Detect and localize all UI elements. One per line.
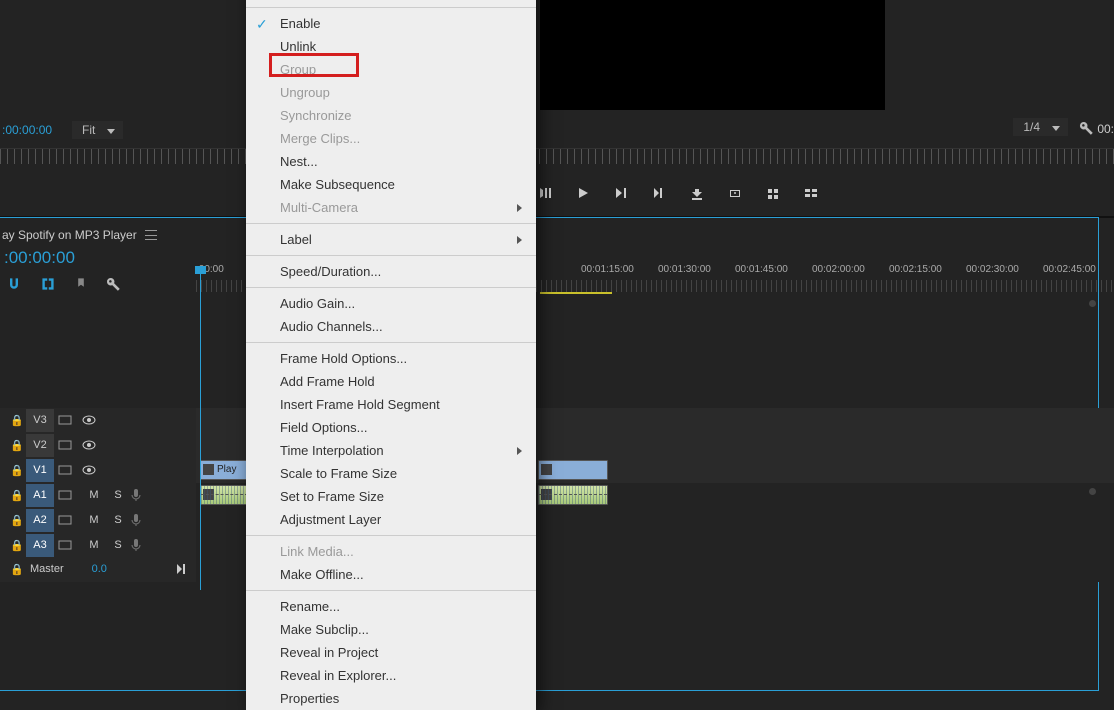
transport-controls [538,186,818,200]
menu-nest[interactable]: Nest... [246,150,536,173]
ruler[interactable] [0,148,1114,164]
menu-synchronize: Synchronize [246,104,536,127]
menu-multi-camera: Multi-Camera [246,196,536,219]
menu-adjustment-layer[interactable]: Adjustment Layer [246,508,536,531]
clip-context-menu: Restore Unrendered Enable Unlink Group U… [246,0,536,710]
menu-set-to-frame-size[interactable]: Set to Frame Size [246,485,536,508]
sequence-tab[interactable]: ay Spotify on MP3 Player [2,228,137,242]
tutorial-highlight-box [269,53,359,77]
audio-clip[interactable] [538,485,608,505]
menu-link-media: Link Media... [246,540,536,563]
menu-make-offline[interactable]: Make Offline... [246,563,536,586]
sync-lock-icon[interactable] [58,464,82,476]
sync-lock-icon[interactable] [58,514,82,526]
master-level-value[interactable]: 0.0 [92,563,107,575]
eye-icon[interactable] [82,414,106,426]
menu-scale-to-frame-size[interactable]: Scale to Frame Size [246,462,536,485]
menu-reveal-in-project[interactable]: Reveal in Project [246,641,536,664]
track-v3-target[interactable]: V3 [26,409,54,432]
mute-button[interactable]: M [82,539,106,551]
voiceover-mic-icon[interactable] [130,513,154,527]
source-timecode: :00:00:00 [2,123,52,137]
lock-icon[interactable]: 🔒 [8,439,26,452]
go-to-end-icon[interactable] [176,563,188,575]
menu-reveal-in-explorer[interactable]: Reveal in Explorer... [246,664,536,687]
solo-button[interactable]: S [106,514,130,526]
menu-merge-clips: Merge Clips... [246,127,536,150]
playback-resolution-dropdown[interactable]: 1/4 [1013,118,1068,136]
lock-icon[interactable]: 🔒 [8,489,26,502]
add-marker-icon[interactable] [74,277,88,291]
eye-icon[interactable] [82,439,106,451]
menu-field-options[interactable]: Field Options... [246,416,536,439]
master-track-label: Master [30,563,64,575]
solo-button[interactable]: S [106,489,130,501]
fit-zoom-dropdown[interactable]: Fit [72,121,123,139]
menu-rename[interactable]: Rename... [246,595,536,618]
lock-icon[interactable]: 🔒 [8,414,26,427]
scroll-end-dot [1089,300,1096,307]
work-area-bar[interactable] [540,292,612,294]
lock-icon[interactable]: 🔒 [8,539,26,552]
timeline-timecode[interactable]: :00:00:00 [4,248,75,267]
program-monitor [540,0,885,110]
track-a3-target[interactable]: A3 [26,534,54,557]
menu-add-frame-hold[interactable]: Add Frame Hold [246,370,536,393]
sync-lock-icon[interactable] [58,414,82,426]
menu-make-subsequence[interactable]: Make Subsequence [246,173,536,196]
menu-enable[interactable]: Enable [246,12,536,35]
sync-lock-icon[interactable] [58,489,82,501]
lock-icon[interactable]: 🔒 [8,464,26,477]
safe-margins-icon[interactable] [804,186,818,200]
menu-restore-unrendered: Restore Unrendered [246,0,536,3]
scroll-end-dot [1089,488,1096,495]
solo-button[interactable]: S [106,539,130,551]
menu-properties[interactable]: Properties [246,687,536,710]
menu-audio-gain[interactable]: Audio Gain... [246,292,536,315]
track-v2-target[interactable]: V2 [26,434,54,457]
lock-icon[interactable]: 🔒 [8,514,26,527]
step-forward-icon[interactable] [614,186,628,200]
comparison-view-icon[interactable] [766,186,780,200]
sync-lock-icon[interactable] [58,439,82,451]
mark-out-icon[interactable] [538,186,552,200]
sync-lock-icon[interactable] [58,539,82,551]
menu-label[interactable]: Label [246,228,536,251]
play-icon[interactable] [576,186,590,200]
track-a1-target[interactable]: A1 [26,484,54,507]
menu-speed-duration[interactable]: Speed/Duration... [246,260,536,283]
menu-ungroup: Ungroup [246,81,536,104]
lift-icon[interactable] [690,186,704,200]
snap-icon[interactable] [6,276,22,292]
menu-audio-channels[interactable]: Audio Channels... [246,315,536,338]
track-v1-target[interactable]: V1 [26,459,54,482]
menu-time-interpolation[interactable]: Time Interpolation [246,439,536,462]
voiceover-mic-icon[interactable] [130,488,154,502]
lock-icon[interactable]: 🔒 [8,563,26,576]
audio-clip[interactable] [200,485,249,505]
mute-button[interactable]: M [82,489,106,501]
voiceover-mic-icon[interactable] [130,538,154,552]
playhead[interactable] [200,270,201,590]
source-timecode-end: 00: [1097,118,1114,136]
video-clip[interactable]: Play [200,460,249,480]
mute-button[interactable]: M [82,514,106,526]
settings-wrench-icon[interactable] [1079,121,1094,136]
timeline-settings-wrench-icon[interactable] [106,277,121,292]
panel-menu-icon[interactable] [145,230,157,240]
eye-icon[interactable] [82,464,106,476]
menu-insert-frame-hold-segment[interactable]: Insert Frame Hold Segment [246,393,536,416]
track-a2-target[interactable]: A2 [26,509,54,532]
linked-selection-icon[interactable] [40,276,56,292]
export-frame-icon[interactable] [728,186,742,200]
menu-make-subclip[interactable]: Make Subclip... [246,618,536,641]
video-clip[interactable] [538,460,608,480]
go-to-next-icon[interactable] [652,186,666,200]
menu-frame-hold-options[interactable]: Frame Hold Options... [246,347,536,370]
